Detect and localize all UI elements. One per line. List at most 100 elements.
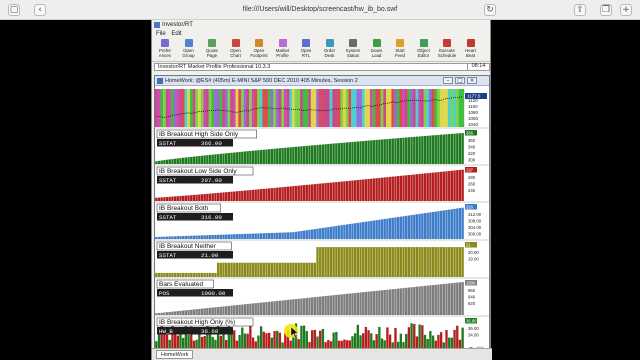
bar xyxy=(208,193,212,201)
bar xyxy=(257,233,260,239)
back-button[interactable]: ‹ xyxy=(34,4,46,16)
new-tab-button[interactable]: + xyxy=(620,4,632,16)
toolbar-button-heartbeat[interactable]: Heart Beat xyxy=(461,39,481,61)
toolbar-button-chart[interactable]: Open Chart xyxy=(226,39,246,61)
bar xyxy=(329,226,333,239)
bar xyxy=(370,140,373,164)
bar xyxy=(423,135,427,164)
object-editor-icon xyxy=(419,39,428,47)
bar xyxy=(278,148,282,164)
bar xyxy=(241,151,244,164)
bar xyxy=(402,216,405,239)
toolbar-button-footprint[interactable]: Open Footprint xyxy=(249,39,269,61)
toolbar-button-label: Start Feed xyxy=(394,48,405,58)
bar xyxy=(284,232,287,239)
tab-homework[interactable]: HomeWork xyxy=(156,350,194,359)
bar xyxy=(200,272,204,277)
toolbar-button-market-profile[interactable]: Market Profile xyxy=(273,39,293,61)
toolbar-button-object-editor[interactable]: Object Editor xyxy=(414,39,434,61)
bar xyxy=(380,219,384,239)
bar xyxy=(340,247,343,277)
price-heat-cell xyxy=(458,89,462,127)
price-heat-cell xyxy=(445,89,449,127)
bar xyxy=(168,272,171,277)
toolbar-button-preferences[interactable]: Prefer ences xyxy=(155,39,175,61)
bar xyxy=(165,197,169,201)
toolbar-button-group[interactable]: Open Group xyxy=(179,39,199,61)
bar xyxy=(243,190,247,201)
price-heat-cell xyxy=(192,89,196,127)
price-heat-cell xyxy=(165,89,169,127)
bar xyxy=(362,222,365,239)
bar xyxy=(195,235,198,239)
bar xyxy=(182,236,185,239)
bar xyxy=(413,247,416,277)
bar xyxy=(289,299,292,315)
bar xyxy=(332,295,335,315)
bar xyxy=(157,160,161,164)
bar xyxy=(216,234,220,239)
close-button[interactable]: × xyxy=(467,77,477,84)
price-heat-cell xyxy=(388,89,392,127)
chart-window-titlebar[interactable]: HomeWork: @ES# (405m) E-MINI S&P 500 DEC… xyxy=(155,76,489,86)
bar xyxy=(276,187,279,201)
menu-edit[interactable]: Edit xyxy=(171,30,181,38)
bar xyxy=(434,211,437,239)
bar xyxy=(337,294,341,315)
bar xyxy=(176,311,179,315)
bar xyxy=(310,229,314,239)
app-status-bar: Investor/RT Market Profile Professional … xyxy=(154,63,490,71)
bar xyxy=(262,188,265,201)
bar xyxy=(372,178,376,201)
bar xyxy=(456,247,459,277)
bar xyxy=(313,262,317,277)
screen: ▢ ‹ file:///Users/will/Desktop/screencas… xyxy=(0,0,640,360)
bar xyxy=(372,220,376,239)
bar xyxy=(276,300,279,315)
share-icon[interactable]: ⇪ xyxy=(574,4,586,16)
address-bar[interactable]: file:///Users/will/Desktop/screencast/hw… xyxy=(170,4,470,16)
bar xyxy=(380,247,384,277)
toolbar-button-label: Quote Page xyxy=(206,48,218,58)
stat-label: SSTAT xyxy=(159,177,177,184)
sidebar-toggle-icon[interactable]: ▢ xyxy=(8,4,20,16)
bar xyxy=(302,230,306,239)
value-badge: 316 xyxy=(466,204,474,209)
bar xyxy=(348,247,351,277)
price-heat-cell xyxy=(439,89,443,127)
toolbar-button-feed[interactable]: Start Feed xyxy=(390,39,410,61)
chart-window-icon xyxy=(157,78,163,84)
toolbar-button-status[interactable]: System Status xyxy=(343,39,363,61)
bar xyxy=(292,299,295,315)
tabs-icon[interactable]: ❐ xyxy=(600,4,612,16)
bar xyxy=(281,262,284,277)
quote-page-icon xyxy=(208,39,216,47)
bar xyxy=(211,154,214,164)
bar xyxy=(259,233,263,239)
bar xyxy=(391,289,394,315)
bar xyxy=(176,236,179,239)
bar xyxy=(214,307,217,315)
toolbar-button-order-desk[interactable]: Order Desk xyxy=(320,39,340,61)
price-heat-cell xyxy=(404,89,408,127)
reload-button[interactable]: ↻ xyxy=(484,4,496,16)
toolbar-button-rtl[interactable]: Open RTL xyxy=(296,39,316,61)
bar xyxy=(308,297,311,315)
toolbar-button-label: Execute Schedule xyxy=(437,48,457,58)
bar xyxy=(268,149,271,164)
bar xyxy=(155,236,158,239)
maximize-button[interactable]: □ xyxy=(455,77,465,84)
price-heat-cell xyxy=(163,89,166,127)
bar xyxy=(214,154,217,164)
minimize-button[interactable]: – xyxy=(443,77,453,84)
bar xyxy=(351,141,354,164)
bar xyxy=(399,216,402,239)
toolbar-button-download[interactable]: Down Load xyxy=(367,39,387,61)
bar xyxy=(372,291,376,315)
menu-file[interactable]: File xyxy=(156,30,166,38)
toolbar-button-quote-page[interactable]: Quote Page xyxy=(202,39,222,61)
chart-window-title: HomeWork: @ES# (405m) E-MINI S&P 500 DEC… xyxy=(165,78,358,84)
bar xyxy=(230,262,233,277)
bar xyxy=(160,160,163,164)
toolbar-button-schedule[interactable]: Execute Schedule xyxy=(437,39,457,61)
